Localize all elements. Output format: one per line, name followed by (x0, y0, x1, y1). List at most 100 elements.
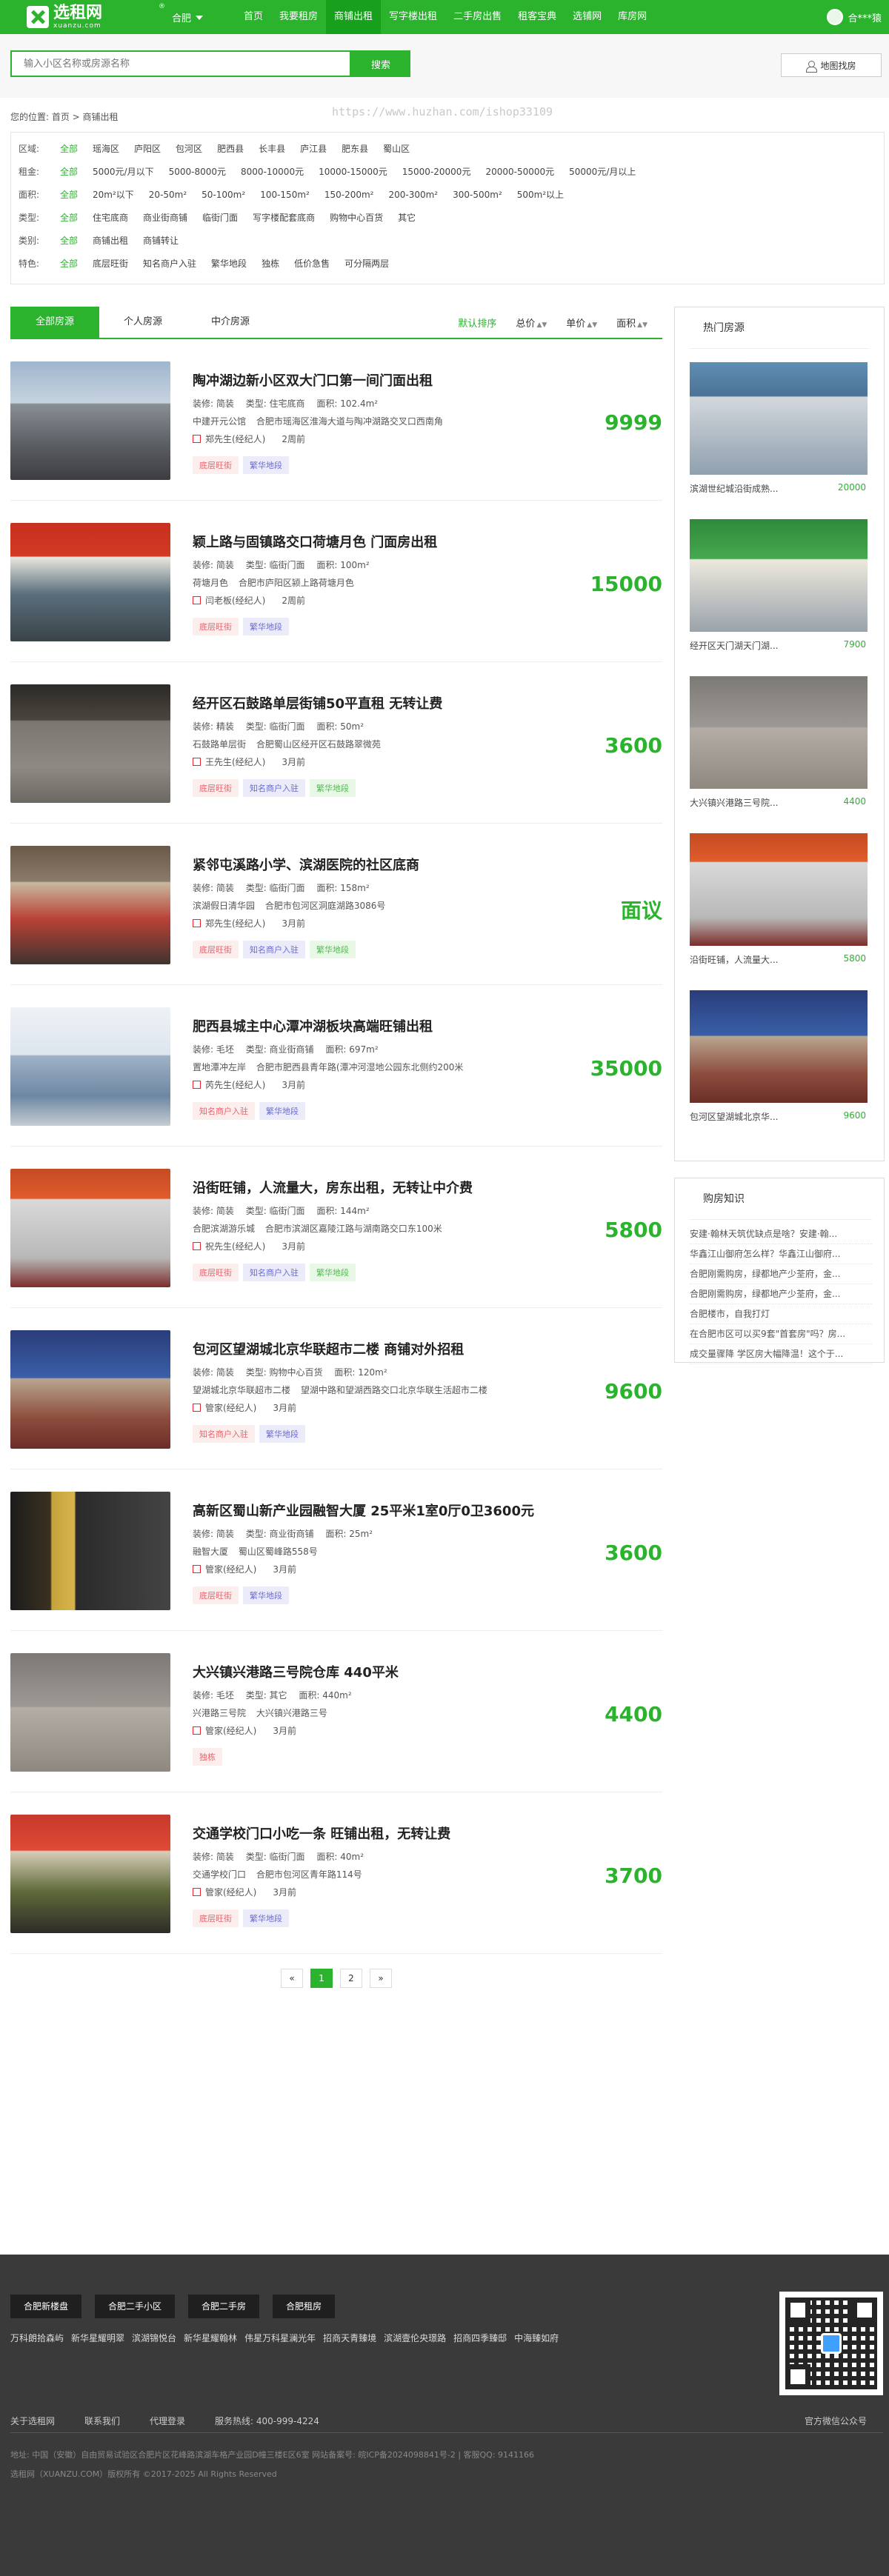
search-input[interactable] (10, 50, 351, 77)
footer-link[interactable]: 中海臻如府 (514, 2332, 559, 2344)
listing-title[interactable]: 高新区蜀山新产业园融智大厦 25平米1室0厅0卫3600元 (193, 1501, 534, 1520)
hot-listing-name[interactable]: 大兴镇兴港路三号院... (690, 796, 778, 809)
hot-listing-item[interactable]: 沿街旺铺，人流量大... 5800 (690, 820, 884, 977)
filter-option[interactable]: 全部 (60, 165, 78, 178)
hot-listing-name[interactable]: 滨湖世纪城沿街成熟... (690, 482, 778, 495)
tab-all[interactable]: 全部房源 (10, 307, 99, 338)
listing-title[interactable]: 包河区望湖城北京华联超市二楼 商铺对外招租 (193, 1339, 464, 1358)
footer-link[interactable]: 新华星耀明翠 (71, 2332, 124, 2344)
listing-photo[interactable] (10, 1815, 170, 1933)
filter-option[interactable]: 长丰县 (259, 142, 285, 155)
listing-photo[interactable] (10, 361, 170, 480)
listing-photo[interactable] (10, 523, 170, 641)
filter-option[interactable]: 瑶海区 (93, 142, 119, 155)
filter-option[interactable]: 商铺出租 (93, 234, 128, 247)
filter-option[interactable]: 50000元/月以上 (569, 165, 636, 178)
footer-link[interactable]: 新华星耀翰林 (184, 2332, 237, 2344)
filter-option[interactable]: 临街门面 (202, 211, 238, 224)
footer-link[interactable]: 滨湖壹伦央璟路 (384, 2332, 446, 2344)
hot-listing-photo[interactable] (690, 519, 868, 632)
listing-item[interactable]: 高新区蜀山新产业园融智大厦 25平米1室0厅0卫3600元 装修: 简装 类型:… (10, 1469, 662, 1631)
filter-option[interactable]: 可分隔两层 (344, 257, 389, 270)
listing-title[interactable]: 肥西县城主中心潭冲湖板块高端旺铺出租 (193, 1016, 433, 1035)
listing-title[interactable]: 大兴镇兴港路三号院仓库 440平米 (193, 1662, 399, 1681)
filter-option[interactable]: 20-50m² (149, 190, 187, 200)
filter-option[interactable]: 20m²以下 (93, 188, 134, 201)
listing-item[interactable]: 大兴镇兴港路三号院仓库 440平米 装修: 毛坯 类型: 其它 面积: 440m… (10, 1631, 662, 1792)
knowledge-item[interactable]: 在合肥市区可以买9套"首套房"吗？房... (690, 1324, 872, 1344)
sort-default[interactable]: 默认排序 (458, 316, 496, 330)
nav-office-rent[interactable]: 写字楼出租 (381, 0, 445, 34)
listing-item[interactable]: 陶冲湖边新小区双大门口第一间门面出租 装修: 简装 类型: 住宅底商 面积: 1… (10, 339, 662, 501)
tab-personal[interactable]: 个人房源 (99, 307, 187, 338)
filter-option[interactable]: 繁华地段 (211, 257, 247, 270)
listing-photo[interactable] (10, 846, 170, 964)
nav-shop-network[interactable]: 选铺网 (565, 0, 610, 34)
footer-button[interactable]: 合肥租房 (273, 2295, 336, 2318)
footer-link[interactable]: 滨湖锦悦台 (132, 2332, 176, 2344)
listing-item[interactable]: 交通学校门口小吃一条 旺铺出租，无转让费 装修: 简装 类型: 临街门面 面积:… (10, 1792, 662, 1954)
search-button[interactable]: 搜索 (351, 50, 410, 77)
listing-title[interactable]: 交通学校门口小吃一条 旺铺出租，无转让费 (193, 1823, 450, 1843)
sort-total-price[interactable]: 总价 ▲▼ (516, 316, 547, 330)
footer-agent-login-link[interactable]: 代理登录 (150, 2415, 185, 2427)
filter-option[interactable]: 200-300m² (388, 190, 438, 200)
prev-page-button[interactable]: « (281, 1969, 303, 1988)
filter-option[interactable]: 15000-20000元 (402, 165, 471, 178)
filter-option[interactable]: 商铺转让 (143, 234, 179, 247)
listing-item[interactable]: 颖上路与固镇路交口荷塘月色 门面房出租 装修: 简装 类型: 临街门面 面积: … (10, 501, 662, 662)
hot-listing-name[interactable]: 沿街旺铺，人流量大... (690, 953, 778, 966)
knowledge-item[interactable]: 华鑫江山御府怎么样？华鑫江山御府... (690, 1244, 872, 1264)
filter-option[interactable]: 全部 (60, 234, 78, 247)
filter-option[interactable]: 底层旺街 (93, 257, 128, 270)
filter-option[interactable]: 低价急售 (294, 257, 330, 270)
knowledge-item[interactable]: 合肥刚需购房，绿都地产少荃府，金... (690, 1284, 872, 1304)
city-selector[interactable]: 合肥 (172, 10, 204, 24)
nav-secondhand-sale[interactable]: 二手房出售 (445, 0, 510, 34)
filter-option[interactable]: 其它 (398, 211, 416, 224)
filter-option[interactable]: 写字楼配套底商 (253, 211, 315, 224)
listing-item[interactable]: 紧邻屯溪路小学、滨湖医院的社区底商 装修: 简装 类型: 临街门面 面积: 15… (10, 824, 662, 985)
knowledge-item[interactable]: 合肥楼市，自我打灯 (690, 1304, 872, 1324)
listing-item[interactable]: 经开区石鼓路单层街铺50平直租 无转让费 装修: 精装 类型: 临街门面 面积:… (10, 662, 662, 824)
nav-warehouse[interactable]: 库房网 (610, 0, 655, 34)
listing-photo[interactable] (10, 1653, 170, 1772)
filter-option[interactable]: 肥西县 (217, 142, 244, 155)
filter-option[interactable]: 肥东县 (342, 142, 368, 155)
next-page-button[interactable]: » (370, 1969, 392, 1988)
hot-listing-photo[interactable] (690, 362, 868, 475)
filter-option[interactable]: 8000-10000元 (241, 165, 304, 178)
knowledge-item[interactable]: 成交量骤降 学区房大幅降温！这个于... (690, 1344, 872, 1364)
filter-option[interactable]: 购物中心百货 (330, 211, 383, 224)
filter-option[interactable]: 20000-50000元 (485, 165, 554, 178)
hot-listing-photo[interactable] (690, 990, 868, 1103)
filter-option[interactable]: 全部 (60, 211, 78, 224)
listing-photo[interactable] (10, 1169, 170, 1287)
footer-contact-link[interactable]: 联系我们 (84, 2415, 120, 2427)
filter-option[interactable]: 庐江县 (300, 142, 327, 155)
hot-listing-item[interactable]: 包河区望湖城北京华... 9600 (690, 977, 884, 1134)
filter-option[interactable]: 庐阳区 (134, 142, 161, 155)
hot-listing-name[interactable]: 经开区天门湖天门湖... (690, 639, 778, 652)
hot-listing-name[interactable]: 包河区望湖城北京华... (690, 1110, 778, 1123)
filter-option[interactable]: 5000元/月以下 (93, 165, 154, 178)
filter-option[interactable]: 全部 (60, 188, 78, 201)
filter-option[interactable]: 蜀山区 (383, 142, 410, 155)
footer-link[interactable]: 招商天青臻境 (323, 2332, 376, 2344)
filter-option[interactable]: 5000-8000元 (169, 165, 226, 178)
listing-title[interactable]: 陶冲湖边新小区双大门口第一间门面出租 (193, 370, 433, 390)
footer-button[interactable]: 合肥新楼盘 (10, 2295, 82, 2318)
filter-option[interactable]: 100-150m² (260, 190, 310, 200)
listing-title[interactable]: 经开区石鼓路单层街铺50平直租 无转让费 (193, 693, 442, 713)
filter-option[interactable]: 150-200m² (324, 190, 374, 200)
filter-option[interactable]: 10000-15000元 (319, 165, 387, 178)
footer-link[interactable]: 伟星万科星澜光年 (244, 2332, 316, 2344)
hot-listing-photo[interactable] (690, 676, 868, 789)
listing-item[interactable]: 沿街旺铺，人流量大，房东出租，无转让中介费 装修: 简装 类型: 临街门面 面积… (10, 1147, 662, 1308)
page-button[interactable]: 1 (310, 1969, 333, 1988)
hot-listing-photo[interactable] (690, 833, 868, 946)
listing-photo[interactable] (10, 1330, 170, 1449)
listing-photo[interactable] (10, 1007, 170, 1126)
page-button[interactable]: 2 (340, 1969, 362, 1988)
breadcrumb[interactable]: 您的位置: 首页 > 商铺出租 (10, 110, 119, 123)
